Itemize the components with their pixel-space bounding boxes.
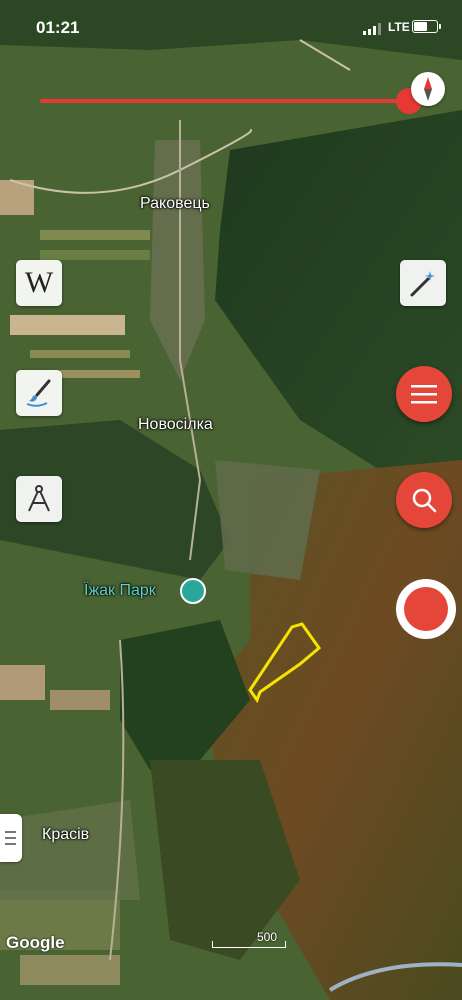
network-type: LTE — [388, 20, 410, 34]
record-icon — [404, 587, 448, 631]
compass-icon — [424, 77, 432, 101]
place-label-novosilka: Новосілка — [138, 416, 213, 433]
opacity-slider-track[interactable] — [40, 99, 410, 103]
park-marker-icon[interactable] — [180, 578, 206, 604]
signal-icon — [363, 23, 381, 35]
menu-icon — [411, 385, 437, 404]
battery-level — [414, 22, 427, 31]
drafting-compass-icon — [28, 485, 50, 512]
place-label-rakovets: Раковець — [140, 195, 210, 212]
status-bar: 01:21 LTE — [0, 0, 462, 50]
google-attribution: Google — [6, 933, 65, 952]
satellite-map[interactable] — [0, 0, 462, 1000]
search-button[interactable] — [396, 472, 452, 528]
place-label-krasiv: Красів — [42, 826, 90, 843]
measure-button[interactable] — [16, 476, 62, 522]
record-button[interactable] — [396, 579, 456, 639]
side-drawer-handle[interactable] — [0, 814, 22, 862]
compass-button[interactable] — [411, 72, 445, 106]
search-icon — [412, 488, 437, 513]
paint-brush-icon — [26, 379, 51, 407]
magic-wand-icon — [410, 271, 435, 297]
battery-icon — [412, 20, 441, 33]
poi-label[interactable]: Їжак Парк — [84, 582, 156, 600]
magic-wand-button[interactable] — [400, 260, 446, 306]
wikipedia-icon: W — [24, 266, 54, 299]
handle-lines-icon — [5, 831, 16, 845]
menu-button[interactable] — [396, 366, 452, 422]
paint-brush-button[interactable] — [16, 370, 62, 416]
status-time: 01:21 — [36, 18, 80, 37]
scale-bar — [212, 941, 286, 948]
wikipedia-button[interactable]: W — [16, 260, 62, 306]
